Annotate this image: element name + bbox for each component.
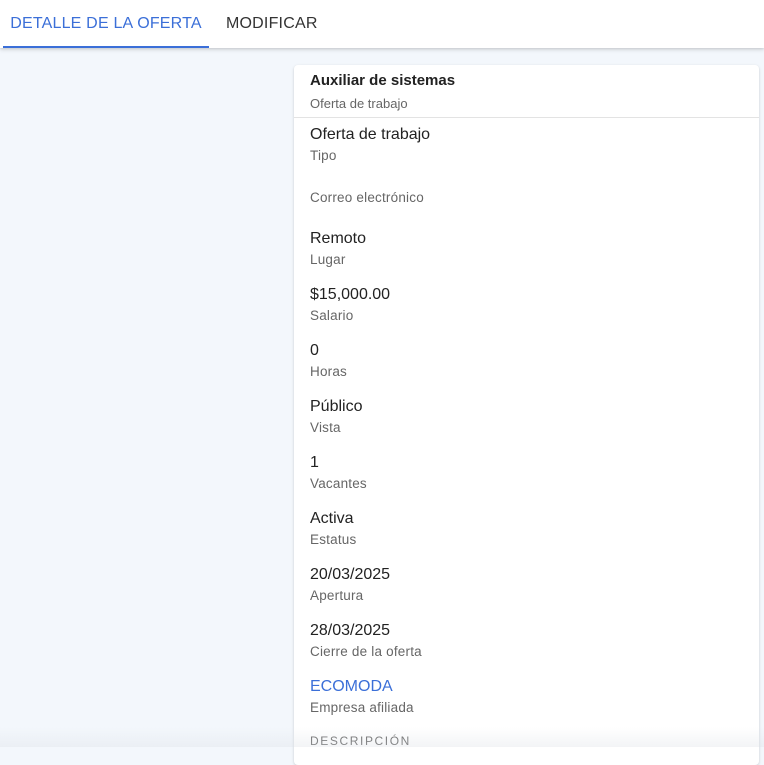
field-location-value: Remoto bbox=[310, 230, 367, 247]
field-location-label: Lugar bbox=[310, 252, 346, 267]
field-status: Activa Estatus bbox=[310, 508, 356, 550]
offer-title: Auxiliar de sistemas bbox=[310, 72, 456, 89]
field-hours-value: 0 bbox=[310, 342, 319, 359]
field-visibility: Público Vista bbox=[310, 396, 362, 438]
field-hours-label: Horas bbox=[310, 364, 348, 379]
field-visibility-value: Público bbox=[310, 398, 363, 415]
field-type-label: Tipo bbox=[310, 148, 337, 163]
field-email-label: Correo electrónico bbox=[310, 190, 424, 205]
field-vacancies-value: 1 bbox=[310, 454, 319, 471]
field-closing-date: 28/03/2025 Cierre de la oferta bbox=[310, 620, 422, 662]
field-closing-date-label: Cierre de la oferta bbox=[310, 644, 422, 659]
field-closing-date-value: 28/03/2025 bbox=[310, 622, 391, 639]
offer-detail-card: Auxiliar de sistemas Oferta de trabajo O… bbox=[294, 65, 759, 765]
field-status-label: Estatus bbox=[310, 532, 357, 547]
field-company-label: Empresa afiliada bbox=[310, 700, 414, 715]
field-email: Correo electrónico bbox=[310, 187, 424, 208]
field-visibility-label: Vista bbox=[310, 420, 341, 435]
field-vacancies: 1 Vacantes bbox=[310, 452, 367, 494]
field-type-value: Oferta de trabajo bbox=[310, 126, 431, 143]
field-salary: $15,000.00 Salario bbox=[310, 284, 390, 326]
field-opening-date-label: Apertura bbox=[310, 588, 364, 603]
field-salary-value: $15,000.00 bbox=[310, 286, 391, 303]
tab-offer-detail-label: DETALLE DE LA OFERTA bbox=[10, 15, 202, 32]
tab-modify-label: MODIFICAR bbox=[226, 15, 318, 32]
offer-subtitle: Oferta de trabajo bbox=[310, 96, 408, 111]
card-header: Auxiliar de sistemas Oferta de trabajo bbox=[294, 65, 759, 118]
tab-modify[interactable]: MODIFICAR bbox=[226, 0, 318, 48]
field-company: ECOMODA Empresa afiliada bbox=[310, 676, 414, 718]
field-location: Remoto Lugar bbox=[310, 228, 366, 270]
description-section-title: DESCRIPCIÓN bbox=[310, 734, 411, 748]
field-type: Oferta de trabajo Tipo bbox=[310, 124, 430, 166]
active-tab-indicator bbox=[3, 46, 209, 48]
field-vacancies-label: Vacantes bbox=[310, 476, 367, 491]
tab-offer-detail[interactable]: DETALLE DE LA OFERTA bbox=[3, 0, 209, 48]
field-opening-date-value: 20/03/2025 bbox=[310, 566, 391, 583]
field-salary-label: Salario bbox=[310, 308, 354, 323]
field-status-value: Activa bbox=[310, 510, 354, 527]
field-hours: 0 Horas bbox=[310, 340, 347, 382]
field-opening-date: 20/03/2025 Apertura bbox=[310, 564, 390, 606]
company-link[interactable]: ECOMODA bbox=[310, 676, 414, 697]
tab-bar: DETALLE DE LA OFERTA MODIFICAR bbox=[0, 0, 764, 48]
